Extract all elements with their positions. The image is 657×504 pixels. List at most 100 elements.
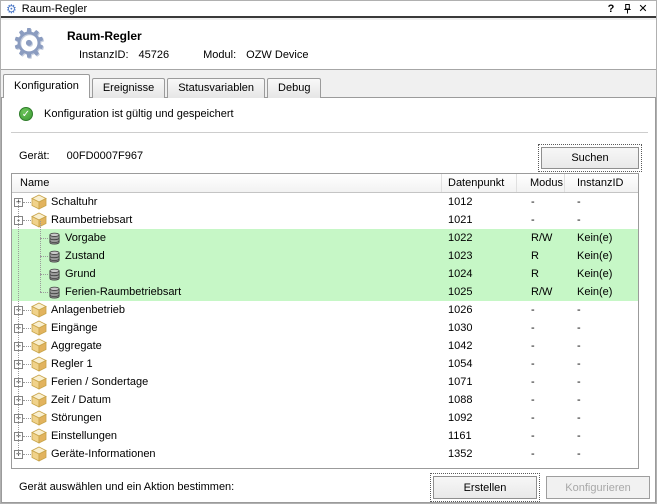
row-label: Störungen [51,412,102,424]
column-header-name[interactable]: Name [12,174,442,192]
row-label: Aggregate [51,340,102,352]
row-modus: R/W [517,283,565,301]
table-row[interactable]: Vorgabe1022R/WKein(e) [12,229,638,247]
row-datenpunkt: 1030 [442,319,517,337]
table-row[interactable]: +Anlagenbetrieb1026-- [12,301,638,319]
page-title: Raum-Regler [67,29,142,43]
window-title: Raum-Regler [22,3,87,15]
row-modus: - [517,355,565,373]
row-instanzid: - [565,337,638,355]
status-text: Konfiguration ist gültig und gespeichert [44,108,234,120]
modul-value: OZW Device [246,49,308,61]
row-instanzid: - [565,409,638,427]
tree-connector [23,202,31,203]
row-modus: - [517,319,565,337]
row-instanzid: - [565,301,638,319]
title-bar[interactable]: ⚙ Raum-Regler ? ✕ [1,1,656,18]
tab-statusvariablen[interactable]: Statusvariablen [167,78,265,98]
package-icon [31,212,47,228]
tab-debug[interactable]: Debug [267,78,321,98]
instanzid-label: InstanzID: [79,49,129,61]
table-row[interactable]: +Geräte-Informationen1352-- [12,445,638,463]
row-label: Vorgabe [65,232,106,244]
row-instanzid: - [565,319,638,337]
column-header-datenpunkt[interactable]: Datenpunkt [442,174,517,192]
table-row[interactable]: +Eingänge1030-- [12,319,638,337]
table-row[interactable]: +Regler 11054-- [12,355,638,373]
close-button[interactable]: ✕ [635,2,651,16]
tree-connector [23,364,31,365]
row-label: Eingänge [51,322,98,334]
create-button[interactable]: Erstellen [433,476,537,499]
column-header-modus[interactable]: Modus [517,174,565,192]
row-datenpunkt: 1071 [442,373,517,391]
footer-instruction: Gerät auswählen und ein Aktion bestimmen… [19,481,234,493]
device-label: Gerät: [19,150,50,162]
row-modus: R [517,265,565,283]
table-header[interactable]: NameDatenpunktModusInstanzID [12,174,638,193]
row-label: Schaltuhr [51,196,97,208]
row-instanzid: Kein(e) [565,229,638,247]
pin-button[interactable] [619,2,635,16]
row-modus: - [517,445,565,463]
tab-content-panel: ✓ Konfiguration ist gültig und gespeiche… [1,97,656,503]
help-button[interactable]: ? [603,2,619,16]
row-datenpunkt: 1054 [442,355,517,373]
tab-ereignisse[interactable]: Ereignisse [92,78,165,98]
row-modus: - [517,409,565,427]
table-row[interactable]: +Zeit / Datum1088-- [12,391,638,409]
tab-konfiguration[interactable]: Konfiguration [3,74,90,98]
table-row[interactable]: +Einstellungen1161-- [12,427,638,445]
row-datenpunkt: 1042 [442,337,517,355]
row-datenpunkt: 1026 [442,301,517,319]
row-modus: - [517,373,565,391]
search-button[interactable]: Suchen [541,147,639,169]
row-instanzid: - [565,193,638,211]
package-icon [31,410,47,426]
package-icon [31,374,47,390]
column-header-instanzid[interactable]: InstanzID [565,174,638,192]
tab-bar: KonfigurationEreignisseStatusvariablenDe… [3,73,656,98]
row-datenpunkt: 1022 [442,229,517,247]
row-instanzid: - [565,427,638,445]
row-instanzid: - [565,445,638,463]
row-instanzid: Kein(e) [565,283,638,301]
row-datenpunkt: 1025 [442,283,517,301]
row-datenpunkt: 1092 [442,409,517,427]
row-datenpunkt: 1023 [442,247,517,265]
table-row[interactable]: Ferien-Raumbetriebsart 1025R/WKein(e) [12,283,638,301]
row-instanzid: - [565,373,638,391]
tree-connector [23,220,31,221]
device-id-value: 00FD0007F967 [67,150,143,162]
table-row[interactable]: +Schaltuhr1012-- [12,193,638,211]
row-label: Zeit / Datum [51,394,111,406]
package-icon [31,428,47,444]
row-label: Ferien / Sondertage [51,376,148,388]
status-row: ✓ Konfiguration ist gültig und gespeiche… [19,107,234,121]
row-modus: - [517,301,565,319]
row-label: Anlagenbetrieb [51,304,125,316]
row-datenpunkt: 1021 [442,211,517,229]
package-icon [31,446,47,462]
row-instanzid: - [565,211,638,229]
table-row[interactable]: -Raumbetriebsart1021-- [12,211,638,229]
tree-connector [23,436,31,437]
device-gear-icon: ⚙ [11,22,47,66]
table-row[interactable]: +Ferien / Sondertage1071-- [12,373,638,391]
table-row[interactable]: +Aggregate1042-- [12,337,638,355]
tree-root-guide-line [18,202,19,454]
status-divider [11,132,648,133]
device-row: Gerät: 00FD0007F967 [19,150,143,162]
row-modus: - [517,193,565,211]
tree-connector [23,310,31,311]
row-instanzid: Kein(e) [565,247,638,265]
package-icon [31,356,47,372]
row-label: Ferien-Raumbetriebsart [65,286,181,298]
package-icon [31,302,47,318]
table-row[interactable]: Zustand1023RKein(e) [12,247,638,265]
table-row[interactable]: +Störungen1092-- [12,409,638,427]
tree-connector [40,292,48,293]
table-row[interactable]: Grund1024RKein(e) [12,265,638,283]
datapoint-tree-table[interactable]: NameDatenpunktModusInstanzID +Schaltuhr1… [11,173,639,469]
configure-button[interactable]: Konfigurieren [546,476,650,499]
